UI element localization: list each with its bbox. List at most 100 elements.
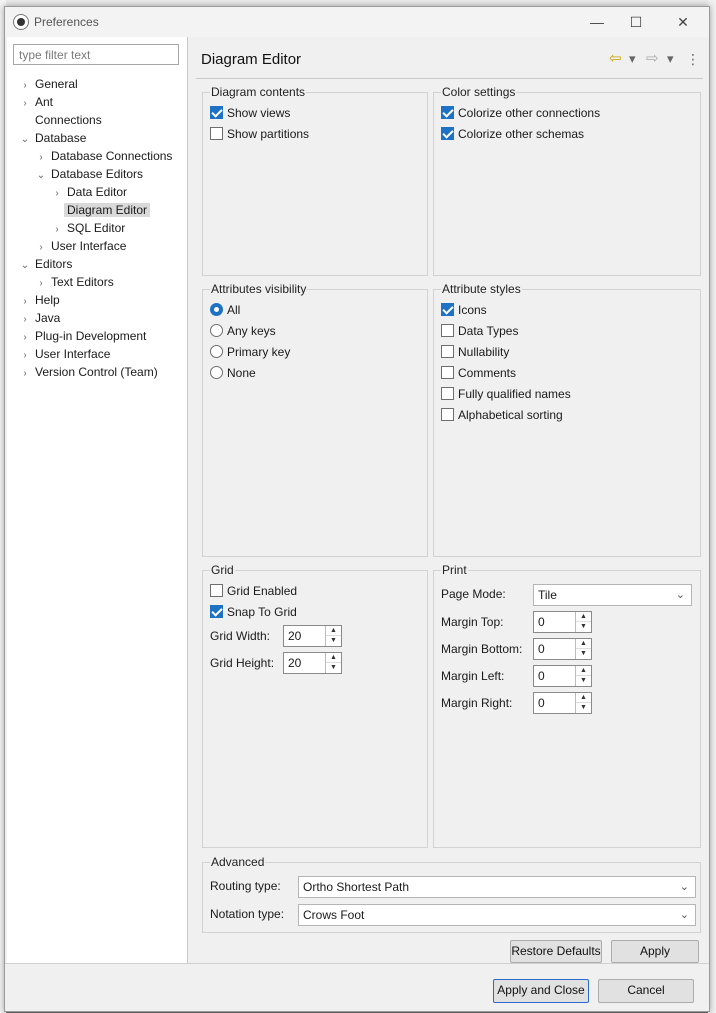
- spinner-up-icon[interactable]: ▲: [576, 693, 591, 703]
- chevron-down-icon[interactable]: ⌄: [18, 257, 32, 275]
- tree-item[interactable]: ⌄ Database Editors: [34, 165, 146, 183]
- tree-item-label: Connections: [35, 113, 102, 127]
- spinner-value: 0: [538, 669, 545, 683]
- checkbox-label: Fully qualified names: [458, 387, 571, 401]
- spinner-up-icon[interactable]: ▲: [326, 653, 341, 663]
- style-icons-checkbox[interactable]: Icons: [441, 302, 487, 318]
- tree-item-label: Database: [35, 131, 87, 145]
- spinner-arrows: ▲ ▼: [325, 626, 341, 646]
- cancel-button[interactable]: Cancel: [598, 979, 694, 1003]
- checkbox-box: [441, 387, 454, 401]
- page-title: Diagram Editor: [201, 51, 302, 68]
- spinner-up-icon[interactable]: ▲: [576, 612, 591, 622]
- tree-item-label: User Interface: [35, 347, 111, 361]
- tree-item[interactable]: › Database Connections: [34, 147, 175, 165]
- maximize-button[interactable]: ☐: [616, 11, 656, 33]
- visibility-all-radio[interactable]: All: [210, 302, 240, 318]
- group-label: Grid: [210, 562, 235, 578]
- tree-item[interactable]: Diagram Editor: [50, 201, 151, 219]
- tree-item[interactable]: › User Interface: [18, 345, 113, 363]
- tree-item[interactable]: › General: [18, 75, 81, 93]
- tree-item[interactable]: ⌄ Editors: [18, 255, 75, 273]
- spinner-value: 20: [288, 656, 302, 670]
- forward-arrow-icon[interactable]: ⇨: [646, 51, 659, 67]
- tree-item[interactable]: › Java: [18, 309, 63, 327]
- tree-item[interactable]: ⌄ Database: [18, 129, 89, 147]
- style-nullability-checkbox[interactable]: Nullability: [441, 344, 509, 360]
- page-content: Diagram Editor ⇦ ▾ ⇨ ▾ ⋮ Diagram content…: [190, 37, 709, 963]
- grid-height-spinner[interactable]: 20 ▲ ▼: [283, 652, 342, 674]
- routing-type-label: Routing type:: [210, 879, 281, 893]
- minimize-button[interactable]: —: [577, 11, 617, 33]
- view-menu-icon[interactable]: ⋮: [686, 51, 700, 67]
- checkbox-label: Colorize other schemas: [458, 127, 585, 141]
- margin-label: Margin Top:: [441, 615, 504, 629]
- style-comments-checkbox[interactable]: Comments: [441, 365, 516, 381]
- spinner-up-icon[interactable]: ▲: [576, 639, 591, 649]
- page-mode-select[interactable]: Tile ⌄: [533, 584, 692, 606]
- tree-item-label: User Interface: [51, 239, 127, 253]
- restore-defaults-button[interactable]: Restore Defaults: [510, 940, 602, 963]
- checkbox-box: [210, 127, 223, 141]
- tree-item-label: Database Editors: [51, 167, 144, 181]
- tree-item-label: Editors: [35, 257, 73, 271]
- attribute-styles-group: Attribute styles Icons Data Types Nullab…: [433, 281, 701, 557]
- visibility-none-radio[interactable]: None: [210, 365, 256, 381]
- back-dropdown-icon[interactable]: ▾: [629, 51, 636, 67]
- spinner-down-icon[interactable]: ▼: [326, 636, 341, 646]
- tree-item-label: Java: [35, 311, 61, 325]
- tree-item[interactable]: › Help: [18, 291, 63, 309]
- visibility-any-keys-radio[interactable]: Any keys: [210, 323, 276, 339]
- radio-label: All: [227, 303, 241, 317]
- checkbox-box: [441, 408, 454, 422]
- app-icon: [13, 14, 29, 30]
- tree-item[interactable]: › Ant: [18, 93, 56, 111]
- chevron-down-icon[interactable]: ⌄: [34, 167, 48, 185]
- chevron-down-icon[interactable]: ⌄: [18, 131, 32, 149]
- spinner-up-icon[interactable]: ▲: [576, 666, 591, 676]
- margin-label: Margin Bottom:: [441, 642, 523, 656]
- margin-spinner[interactable]: 0 ▲ ▼: [533, 611, 592, 633]
- routing-type-select[interactable]: Ortho Shortest Path ⌄: [298, 876, 696, 898]
- tree-item[interactable]: › User Interface: [34, 237, 129, 255]
- spinner-down-icon[interactable]: ▼: [576, 649, 591, 659]
- tree-item[interactable]: Connections: [18, 111, 105, 129]
- colorize-other-connections-checkbox[interactable]: Colorize other connections: [441, 105, 600, 121]
- footer-divider: [5, 963, 709, 964]
- snap-to-grid-checkbox[interactable]: Snap To Grid: [210, 604, 297, 620]
- filter-input[interactable]: [13, 44, 179, 65]
- spinner-down-icon[interactable]: ▼: [576, 703, 591, 713]
- tree-item[interactable]: › Data Editor: [50, 183, 130, 201]
- forward-dropdown-icon[interactable]: ▾: [667, 51, 674, 67]
- spinner-up-icon[interactable]: ▲: [326, 626, 341, 636]
- grid-enabled-checkbox[interactable]: Grid Enabled: [210, 583, 297, 599]
- colorize-other-schemas-checkbox[interactable]: Colorize other schemas: [441, 126, 584, 142]
- checkbox-label: Snap To Grid: [227, 605, 297, 619]
- apply-button[interactable]: Apply: [611, 940, 699, 963]
- visibility-primary-key-radio[interactable]: Primary key: [210, 344, 290, 360]
- grid-width-spinner[interactable]: 20 ▲ ▼: [283, 625, 342, 647]
- title-bar[interactable]: Preferences — ☐ ✕: [5, 7, 709, 37]
- close-button[interactable]: ✕: [663, 11, 703, 33]
- tree-item[interactable]: › SQL Editor: [50, 219, 128, 237]
- show-views-checkbox[interactable]: Show views: [210, 105, 290, 121]
- style-data-types-checkbox[interactable]: Data Types: [441, 323, 518, 339]
- spinner-down-icon[interactable]: ▼: [326, 663, 341, 673]
- checkbox-box: [441, 127, 454, 141]
- tree-item[interactable]: › Plug-in Development: [18, 327, 149, 345]
- margin-spinner[interactable]: 0 ▲ ▼: [533, 638, 592, 660]
- tree-item[interactable]: › Version Control (Team): [18, 363, 161, 381]
- margin-spinner[interactable]: 0 ▲ ▼: [533, 665, 592, 687]
- style-fully-qualified-names-checkbox[interactable]: Fully qualified names: [441, 386, 571, 402]
- spinner-down-icon[interactable]: ▼: [576, 622, 591, 632]
- back-arrow-icon[interactable]: ⇦: [609, 51, 622, 67]
- show-partitions-checkbox[interactable]: Show partitions: [210, 126, 309, 142]
- style-alphabetical-sorting-checkbox[interactable]: Alphabetical sorting: [441, 407, 563, 423]
- group-label: Print: [441, 562, 468, 578]
- margin-spinner[interactable]: 0 ▲ ▼: [533, 692, 592, 714]
- tree-item[interactable]: › Text Editors: [34, 273, 117, 291]
- apply-and-close-button[interactable]: Apply and Close: [493, 979, 589, 1003]
- notation-type-select[interactable]: Crows Foot ⌄: [298, 904, 696, 926]
- spinner-down-icon[interactable]: ▼: [576, 676, 591, 686]
- chevron-right-icon[interactable]: ›: [18, 365, 32, 383]
